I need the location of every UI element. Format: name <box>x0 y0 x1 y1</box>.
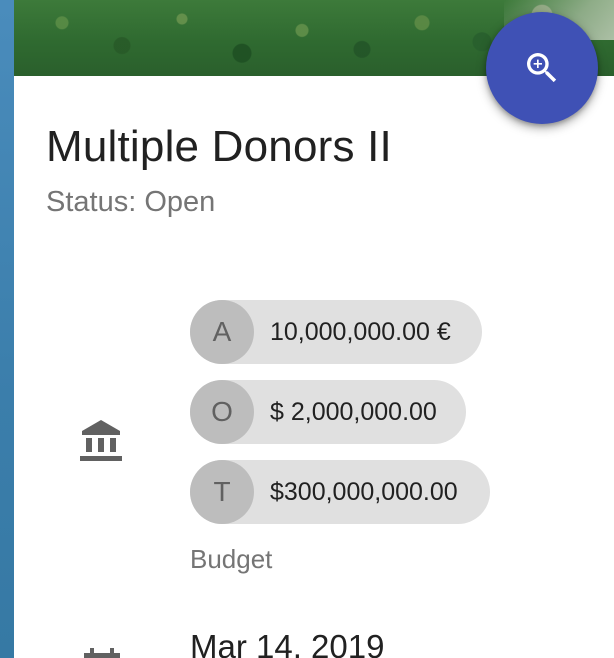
donor-amount: $300,000,000.00 <box>270 477 458 506</box>
background-edge <box>0 0 14 658</box>
donor-avatar: O <box>190 380 254 444</box>
zoom-in-icon <box>527 53 557 83</box>
donor-chip[interactable]: O $ 2,000,000.00 <box>190 380 466 444</box>
project-date: Mar 14, 2019 <box>190 628 385 658</box>
donor-amount: $ 2,000,000.00 <box>270 397 437 426</box>
calendar-icon <box>84 648 120 658</box>
donor-avatar: A <box>190 300 254 364</box>
donor-chip[interactable]: A 10,000,000.00 € <box>190 300 482 364</box>
bank-icon <box>80 420 122 461</box>
zoom-button[interactable] <box>486 12 598 124</box>
donor-avatar: T <box>190 460 254 524</box>
donor-chip[interactable]: T $300,000,000.00 <box>190 460 490 524</box>
donor-amount: 10,000,000.00 € <box>270 317 451 346</box>
project-title: Multiple Donors II <box>46 122 392 171</box>
project-status: Status: Open <box>46 186 216 218</box>
budget-label: Budget <box>190 544 273 574</box>
project-card: Multiple Donors II Status: Open A 10,000… <box>14 0 614 658</box>
